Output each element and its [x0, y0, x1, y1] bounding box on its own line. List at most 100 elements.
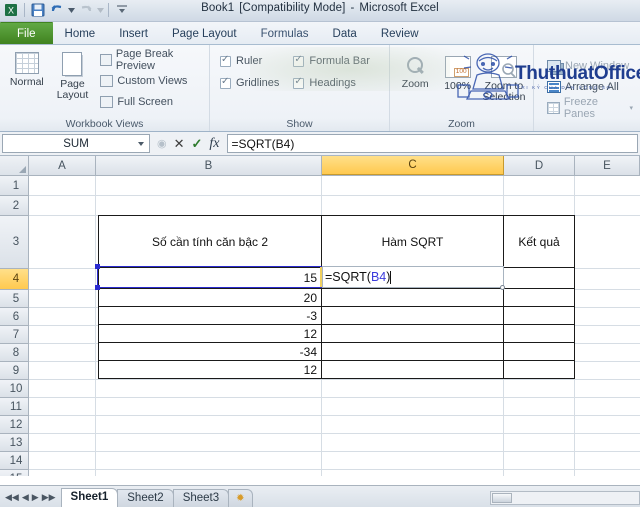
gridlines-checkbox-icon[interactable] — [220, 76, 231, 89]
cell-d9[interactable] — [503, 360, 575, 379]
tab-formulas[interactable]: Formulas — [249, 22, 321, 44]
cell-c6[interactable] — [321, 306, 504, 325]
cell-b7[interactable]: 12 — [98, 324, 322, 343]
formula-input[interactable]: =SQRT(B4) — [226, 134, 638, 153]
cell-b9[interactable]: 12 — [98, 360, 322, 379]
checkbox-formula-bar[interactable]: Formula Bar — [293, 50, 370, 72]
zoom-to-selection-button[interactable]: Zoom to Selection — [479, 54, 529, 103]
full-screen-button[interactable]: Full Screen — [97, 92, 205, 111]
cells-area[interactable]: Số cần tính căn bậc 2 Hàm SQRT Kết quả 1… — [29, 176, 640, 476]
table-header-b3[interactable]: Số cần tính căn bậc 2 — [98, 215, 322, 268]
first-sheet-icon[interactable]: ◀◀ — [5, 492, 19, 503]
insert-function-icon[interactable]: fx — [209, 136, 219, 152]
cell-editor-c4[interactable]: =SQRT(B4) — [322, 266, 504, 288]
zoom-button[interactable]: Zoom — [394, 54, 436, 90]
select-all-corner-button[interactable] — [0, 156, 29, 176]
column-header-b[interactable]: B — [96, 156, 322, 175]
custom-views-button[interactable]: Custom Views — [97, 71, 205, 90]
normal-view-button[interactable]: Normal — [4, 50, 50, 88]
cancel-formula-icon[interactable]: ✕ — [174, 136, 185, 152]
ruler-checkbox-icon[interactable] — [220, 54, 231, 67]
cell-b6[interactable]: -3 — [98, 306, 322, 325]
cell-d6[interactable] — [503, 306, 575, 325]
row-header-15[interactable]: 15 — [0, 470, 28, 476]
arrange-all-icon — [547, 80, 561, 93]
row-header-11[interactable]: 11 — [0, 398, 28, 416]
freeze-panes-chevron-down-icon[interactable]: ▾ — [629, 104, 633, 112]
row-header-14[interactable]: 14 — [0, 452, 28, 470]
column-header-a[interactable]: A — [29, 156, 96, 175]
row-header-12[interactable]: 12 — [0, 416, 28, 434]
text-cursor — [390, 270, 392, 284]
table-header-row: Số cần tính căn bậc 2 Hàm SQRT Kết quả — [98, 215, 575, 268]
sheet-tab-sheet2[interactable]: Sheet2 — [117, 489, 174, 507]
insert-worksheet-button[interactable]: ✹ — [228, 489, 253, 507]
new-window-icon — [547, 59, 561, 72]
page-layout-view-label: Page Layout — [56, 78, 89, 102]
row-header-3[interactable]: 3 — [0, 216, 28, 269]
sheet-tab-sheet3[interactable]: Sheet3 — [172, 489, 230, 507]
row-header-13[interactable]: 13 — [0, 434, 28, 452]
cell-d7[interactable] — [503, 324, 575, 343]
table-header-c3[interactable]: Hàm SQRT — [321, 215, 504, 268]
sheet-navigation-buttons[interactable]: ◀◀ ◀ ▶ ▶▶ — [0, 492, 61, 507]
tab-page-layout[interactable]: Page Layout — [160, 22, 249, 44]
tab-file[interactable]: File — [0, 22, 53, 44]
prev-sheet-icon[interactable]: ◀ — [22, 492, 29, 503]
column-header-c[interactable]: C — [322, 156, 504, 175]
row-header-2[interactable]: 2 — [0, 196, 28, 216]
headings-checkbox-icon[interactable] — [293, 76, 305, 89]
last-sheet-icon[interactable]: ▶▶ — [42, 492, 56, 503]
tab-review[interactable]: Review — [369, 22, 431, 44]
checkbox-ruler[interactable]: Ruler — [220, 50, 279, 72]
enter-formula-icon[interactable]: ✓ — [192, 136, 203, 152]
full-screen-label: Full Screen — [117, 95, 173, 108]
row-header-9[interactable]: 9 — [0, 362, 28, 380]
row-header-5[interactable]: 5 — [0, 290, 28, 308]
cell-d5[interactable] — [503, 288, 575, 307]
row-header-7[interactable]: 7 — [0, 326, 28, 344]
table-header-d3[interactable]: Kết quả — [503, 215, 575, 268]
arrange-all-button[interactable]: Arrange All — [544, 77, 636, 96]
checkbox-headings[interactable]: Headings — [293, 72, 370, 94]
tab-home[interactable]: Home — [53, 22, 108, 44]
row-header-6[interactable]: 6 — [0, 308, 28, 326]
sheet-tab-strip: ◀◀ ◀ ▶ ▶▶ Sheet1 Sheet2 Sheet3 ✹ — [0, 485, 640, 507]
column-headers: A B C D E — [29, 156, 640, 176]
fill-handle[interactable] — [500, 285, 505, 290]
freeze-panes-button[interactable]: Freeze Panes ▾ — [544, 96, 636, 120]
column-header-d[interactable]: D — [504, 156, 575, 175]
cell-c5[interactable] — [321, 288, 504, 307]
horizontal-scrollbar-thumb[interactable] — [492, 493, 512, 503]
cell-c7[interactable] — [321, 324, 504, 343]
cell-d8[interactable] — [503, 342, 575, 361]
freeze-panes-icon — [547, 101, 560, 114]
tab-data[interactable]: Data — [321, 22, 369, 44]
page-layout-view-icon — [62, 52, 83, 76]
row-header-4[interactable]: 4 — [0, 269, 28, 290]
cell-c9[interactable] — [321, 360, 504, 379]
next-sheet-icon[interactable]: ▶ — [32, 492, 39, 503]
editor-text-before: =SQRT( — [325, 270, 371, 284]
name-box[interactable]: SUM — [2, 134, 150, 153]
cell-b8[interactable]: -34 — [98, 342, 322, 361]
formula-bar-buttons: ◉ ✕ ✓ fx — [150, 136, 227, 152]
name-box-chevron-down-icon[interactable] — [138, 142, 144, 146]
checkbox-gridlines[interactable]: Gridlines — [220, 72, 279, 94]
formula-reference-highlight-b4 — [95, 264, 322, 290]
cell-c8[interactable] — [321, 342, 504, 361]
formula-bar-checkbox-icon[interactable] — [293, 54, 305, 67]
row-header-10[interactable]: 10 — [0, 380, 28, 398]
tab-insert[interactable]: Insert — [107, 22, 160, 44]
new-window-button[interactable]: New Window — [544, 56, 636, 75]
cell-b5[interactable]: 20 — [98, 288, 322, 307]
cell-d4[interactable] — [503, 267, 575, 289]
page-break-preview-button[interactable]: Page Break Preview — [97, 48, 205, 72]
column-header-e[interactable]: E — [575, 156, 640, 175]
horizontal-scrollbar[interactable] — [490, 491, 640, 505]
row-header-1[interactable]: 1 — [0, 176, 28, 196]
zoom-100-button[interactable]: 100% — [436, 54, 478, 92]
sheet-tab-sheet1[interactable]: Sheet1 — [60, 488, 119, 507]
page-layout-view-button[interactable]: Page Layout — [50, 50, 96, 101]
row-header-8[interactable]: 8 — [0, 344, 28, 362]
